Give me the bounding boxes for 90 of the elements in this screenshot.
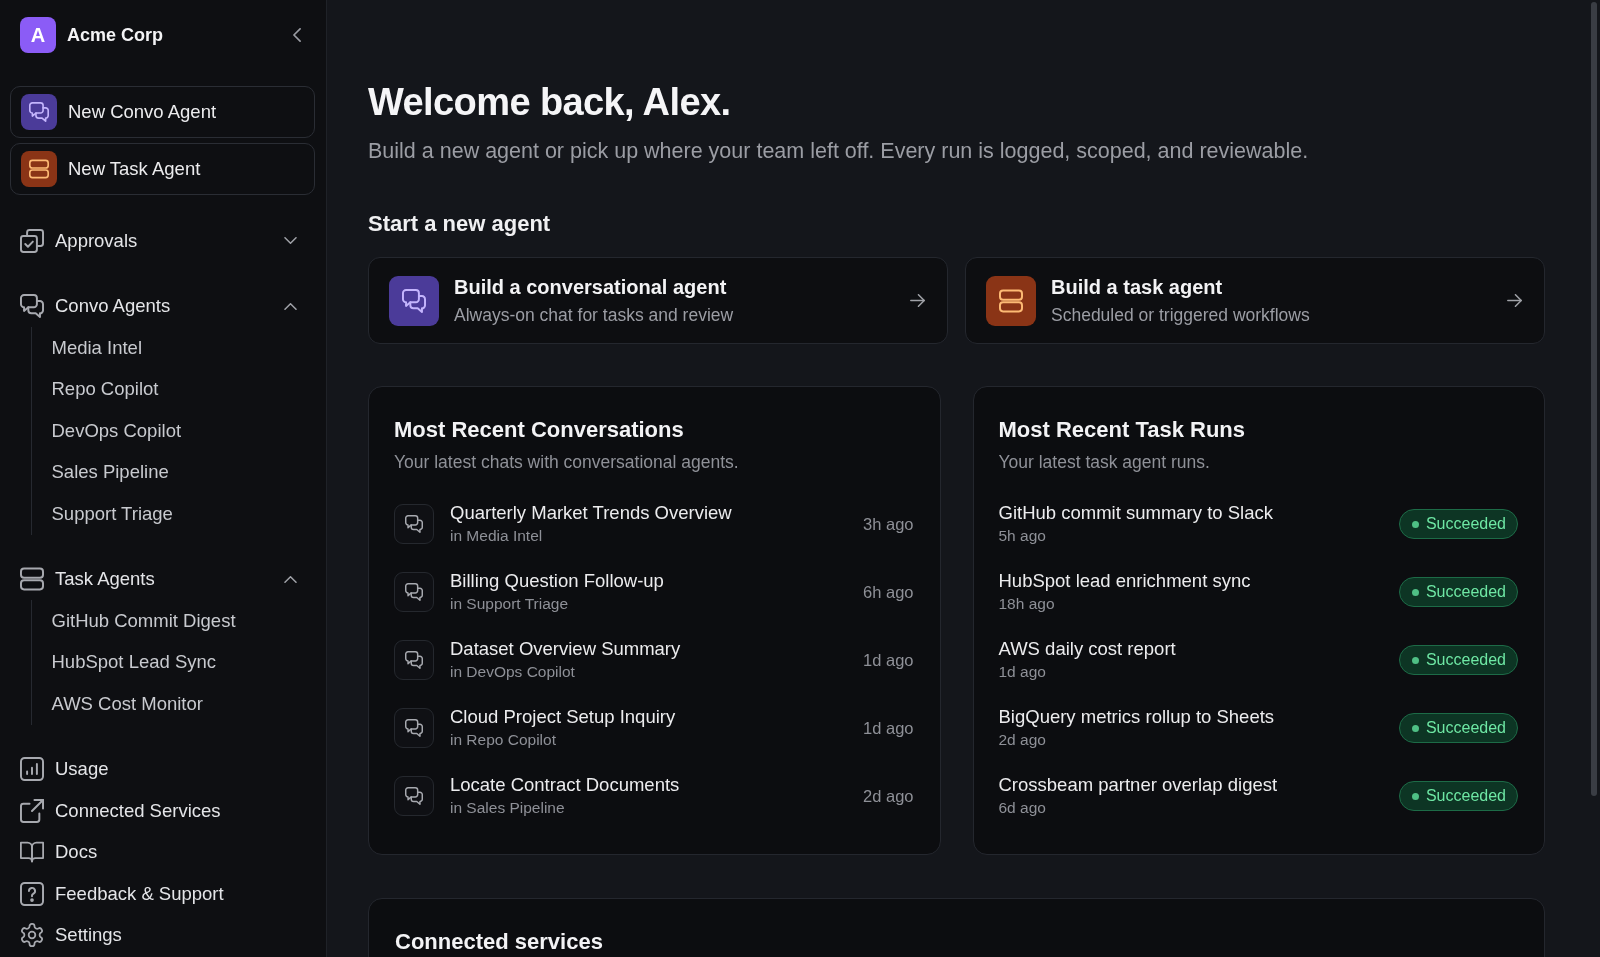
timestamp: 18h ago [998, 594, 1056, 614]
conversation-title[interactable]: Cloud Project Setup Inquiry [450, 706, 848, 728]
nav-section-header[interactable]: Task Agents [0, 558, 326, 600]
nav-section-header[interactable]: Convo Agents [0, 285, 326, 327]
stack-icon [20, 567, 44, 592]
greeting-heading: Welcome back, Alex. [368, 80, 732, 125]
workspace-name: Acme Corp [67, 24, 165, 46]
settings-icon [20, 923, 44, 948]
new-agent-button[interactable]: New Task Agent [10, 143, 315, 195]
agent-name: in Media Intel [450, 526, 544, 546]
agent-name: in Repo Copilot [450, 730, 557, 750]
agent-card[interactable]: Build a task agent Scheduled or triggered workflows [965, 257, 1545, 344]
status-label: Succeeded [1425, 515, 1506, 533]
panel-title: Connected services [395, 930, 604, 954]
agent-name: in DevOps Copilot [450, 662, 576, 682]
status-dot-icon [1411, 656, 1419, 664]
book-icon [20, 840, 44, 865]
status-label: Succeeded [1425, 787, 1506, 805]
timestamp: 5h ago [998, 526, 1047, 546]
task-title[interactable]: AWS daily cost report [998, 638, 1383, 660]
nav-item[interactable]: Support Triage [32, 493, 326, 535]
timestamp: 1d ago [863, 650, 914, 670]
copy-check-icon [20, 228, 44, 253]
chat-bubbles-icon [21, 94, 57, 130]
conversation-title[interactable]: Dataset Overview Summary [450, 638, 848, 660]
panel-subtitle: Your latest task agent runs. [998, 451, 1211, 474]
timestamp: 2d ago [863, 786, 914, 806]
agent-name: in Support Triage [450, 594, 570, 614]
conversation-title[interactable]: Locate Contract Documents [450, 774, 848, 796]
section-heading: Start a new agent [368, 210, 552, 238]
status-dot-icon [1411, 520, 1419, 528]
timestamp: 3h ago [863, 514, 914, 534]
task-title[interactable]: Crossbeam partner overlap digest [998, 774, 1383, 796]
status-label: Succeeded [1425, 651, 1506, 669]
task-title[interactable]: BigQuery metrics rollup to Sheets [998, 706, 1383, 728]
chat-bubbles-icon [389, 275, 439, 326]
panel-title: Most Recent Task Runs [998, 416, 1247, 444]
panel-subtitle: Your latest chats with conversational agents. [394, 451, 740, 474]
chat-bubbles-icon [394, 640, 434, 680]
conversation-title[interactable]: Quarterly Market Trends Overview [450, 502, 848, 524]
new-agent-button[interactable]: New Convo Agent [10, 86, 315, 138]
card-title: Build a conversational agent [454, 274, 728, 300]
nav-link[interactable]: Feedback & Support [0, 873, 326, 915]
help-icon [20, 881, 44, 906]
scrollbar-thumb[interactable] [1591, 2, 1597, 796]
stack-icon [21, 151, 57, 187]
status-label: Succeeded [1425, 583, 1506, 601]
status-dot-icon [1411, 588, 1419, 596]
card-description: Scheduled or triggered workflows [1051, 303, 1311, 327]
workspace-avatar: A [20, 17, 56, 53]
conversation-title[interactable]: Billing Question Follow-up [450, 570, 848, 592]
task-title[interactable]: GitHub commit summary to Slack [998, 502, 1383, 524]
intro-text: Build a new agent or pick up where your team left off. Every run is logged, scoped, and reviewable. [368, 138, 1310, 165]
status-label: Succeeded [1425, 719, 1506, 737]
card-title: Build a task agent [1051, 274, 1224, 300]
nav-item[interactable]: DevOps Copilot [32, 410, 326, 452]
nav-item[interactable]: Media Intel [32, 327, 326, 369]
status-dot-icon [1411, 792, 1419, 800]
bar-chart-icon [20, 757, 44, 782]
panel-title: Most Recent Conversations [394, 416, 685, 444]
chat-bubbles-icon [394, 776, 434, 816]
card-description: Always-on chat for tasks and review [454, 303, 735, 327]
nav-section-header[interactable]: Approvals [0, 220, 326, 262]
timestamp: 6d ago [998, 798, 1047, 818]
timestamp: 1d ago [863, 718, 914, 738]
status-dot-icon [1411, 724, 1419, 732]
task-title[interactable]: HubSpot lead enrichment sync [998, 570, 1383, 592]
agent-name: in Sales Pipeline [450, 798, 566, 818]
nav-link[interactable]: Usage [0, 748, 326, 790]
chat-bubbles-icon [394, 708, 434, 748]
nav-item[interactable]: AWS Cost Monitor [32, 683, 326, 725]
chevron-left-icon[interactable] [293, 28, 301, 42]
external-link-icon [20, 798, 44, 823]
nav-link[interactable]: Settings [0, 914, 326, 956]
agent-card[interactable]: Build a conversational agent Always-on chat for tasks and review [368, 257, 948, 344]
nav-item[interactable]: GitHub Commit Digest [32, 600, 326, 642]
chat-bubbles-icon [394, 572, 434, 612]
chat-bubbles-icon [20, 294, 44, 319]
stack-icon [986, 275, 1036, 326]
nav-link[interactable]: Connected Services [0, 790, 326, 832]
arrow-right-icon [1507, 294, 1522, 307]
nav-item[interactable]: Sales Pipeline [32, 451, 326, 493]
nav-item[interactable]: HubSpot Lead Sync [32, 641, 326, 683]
nav-link[interactable]: Docs [0, 831, 326, 873]
nav-item[interactable]: Repo Copilot [32, 368, 326, 410]
arrow-right-icon [910, 294, 925, 307]
timestamp: 6h ago [863, 582, 914, 602]
timestamp: 1d ago [998, 662, 1047, 682]
chat-bubbles-icon [394, 504, 434, 544]
timestamp: 2d ago [998, 730, 1047, 750]
